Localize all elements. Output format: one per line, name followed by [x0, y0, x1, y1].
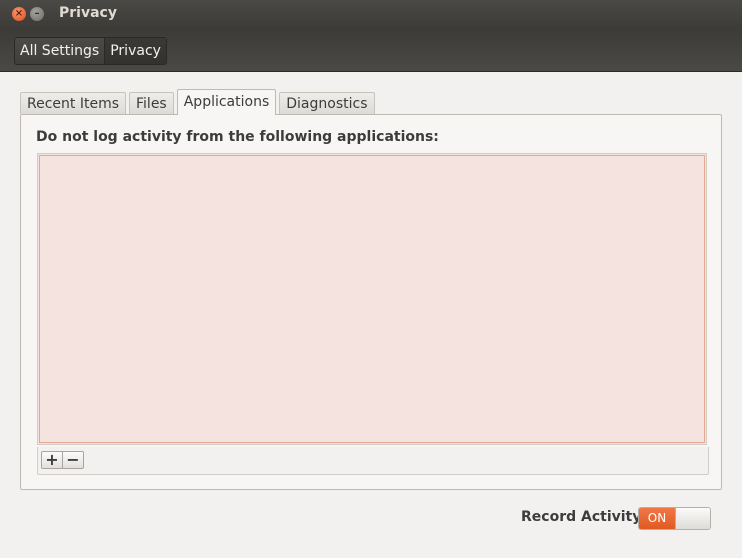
- breadcrumb: All Settings Privacy: [14, 37, 167, 65]
- toolbar: All Settings Privacy: [0, 29, 742, 72]
- applications-heading: Do not log activity from the following a…: [36, 129, 439, 145]
- breadcrumb-all-settings[interactable]: All Settings: [15, 38, 104, 64]
- close-icon[interactable]: ×: [12, 7, 26, 21]
- applications-panel: Do not log activity from the following a…: [20, 114, 722, 490]
- application-list-focus-ring: [39, 155, 705, 443]
- remove-application-button[interactable]: −: [62, 452, 83, 468]
- tab-diagnostics[interactable]: Diagnostics: [279, 92, 375, 114]
- switch-state-text: ON: [639, 508, 675, 529]
- breadcrumb-privacy[interactable]: Privacy: [104, 38, 166, 64]
- record-activity-switch[interactable]: ON: [638, 507, 711, 530]
- tab-files[interactable]: Files: [129, 92, 174, 114]
- record-activity-label: Record Activity: [521, 509, 642, 525]
- tab-bar: Recent Items Files Applications Diagnost…: [20, 89, 378, 115]
- tab-applications[interactable]: Applications: [176, 89, 277, 115]
- window-title: Privacy: [59, 5, 117, 21]
- list-toolbar: + −: [37, 447, 709, 475]
- tab-recent-items[interactable]: Recent Items: [20, 92, 126, 114]
- list-button-group: + −: [41, 451, 84, 469]
- switch-knob[interactable]: [675, 508, 710, 529]
- title-bar: × – Privacy: [0, 0, 742, 29]
- add-application-button[interactable]: +: [42, 452, 62, 468]
- application-list[interactable]: [37, 153, 707, 445]
- minimize-icon[interactable]: –: [30, 7, 44, 21]
